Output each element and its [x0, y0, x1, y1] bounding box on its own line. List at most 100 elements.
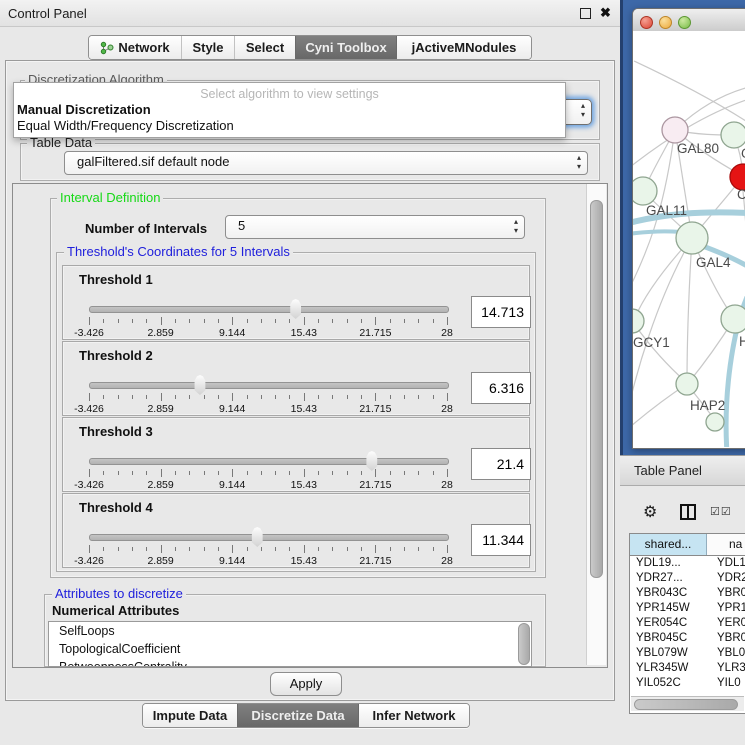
- scrollbar-thumb[interactable]: [634, 699, 738, 710]
- threshold-panel: Threshold 2 -3.4262.8599.14415.4321.7152…: [62, 341, 530, 416]
- network-node[interactable]: [676, 222, 708, 254]
- tab-impute-data[interactable]: Impute Data: [143, 704, 237, 727]
- slider-tick-label: -3.426: [74, 479, 104, 491]
- network-node[interactable]: [633, 309, 644, 333]
- number-of-intervals-combobox[interactable]: 5 ▴▾: [225, 215, 525, 239]
- network-node-label: C: [737, 187, 745, 202]
- numerical-attributes-list[interactable]: SelfLoopsTopologicalCoefficientBetweenne…: [48, 621, 532, 667]
- tab-style[interactable]: Style: [181, 36, 234, 59]
- number-of-intervals-value: 5: [238, 218, 245, 233]
- network-node[interactable]: [706, 413, 724, 431]
- tab-cyni-toolbox[interactable]: Cyni Toolbox: [295, 36, 396, 59]
- network-node[interactable]: [633, 177, 657, 205]
- cyni-bottom-tabs: Impute Data Discretize Data Infer Networ…: [142, 703, 470, 728]
- table-data-combobox[interactable]: galFiltered.sif default node ▴▾: [64, 151, 588, 175]
- tab-infer-network[interactable]: Infer Network: [358, 704, 469, 727]
- table-rows: YDL19... YDL1 YDR27... YDR2 YBR043C YBR0…: [630, 556, 745, 691]
- split-columns-icon[interactable]: [680, 504, 696, 520]
- column-header-name[interactable]: na: [707, 534, 745, 555]
- table-panel-toolbar: ⚙ ☑☑: [620, 497, 745, 527]
- network-node[interactable]: [662, 117, 688, 143]
- slider-thumb[interactable]: [364, 451, 379, 471]
- network-node[interactable]: [721, 122, 745, 148]
- tab-select[interactable]: Select: [234, 36, 295, 59]
- attribute-list-item[interactable]: SelfLoops: [49, 622, 531, 640]
- table-panel-title: Table Panel: [634, 463, 702, 478]
- network-view-window[interactable]: GAL80GACGAL11GAL4GCY1HHAP2: [632, 8, 745, 449]
- slider-tick-label: 28: [441, 479, 453, 491]
- table-row[interactable]: YPR145W YPR1: [630, 601, 745, 616]
- slider-tick-label: 9.144: [219, 479, 245, 491]
- slider-thumb[interactable]: [192, 375, 207, 395]
- zoom-traffic-icon[interactable]: [678, 16, 691, 29]
- table-row[interactable]: YBL079W YBL0: [630, 646, 745, 661]
- threshold-value-input[interactable]: [471, 524, 531, 556]
- minimize-traffic-icon[interactable]: [659, 16, 672, 29]
- slider-tick-label: 2.859: [147, 479, 173, 491]
- right-pane: GAL80GACGAL11GAL4GCY1HHAP2 Table Panel ⚙…: [620, 0, 745, 745]
- slider-tick-label: 28: [441, 327, 453, 339]
- float-panel-icon[interactable]: [580, 8, 591, 19]
- table-data-value: galFiltered.sif default node: [77, 154, 229, 169]
- threshold-label: Threshold 3: [79, 424, 153, 439]
- threshold-slider[interactable]: -3.4262.8599.14415.4321.71528: [89, 304, 447, 338]
- slider-ticks: [89, 545, 447, 553]
- thresholds-group-label: Threshold's Coordinates for 5 Intervals: [64, 245, 293, 258]
- checkbox-icons[interactable]: ☑☑: [710, 505, 732, 518]
- tab-discretize-data[interactable]: Discretize Data: [237, 704, 358, 727]
- slider-track[interactable]: [89, 458, 449, 465]
- apply-button[interactable]: Apply: [270, 672, 342, 696]
- attribute-list-item[interactable]: BetweennessCentrality: [49, 658, 531, 667]
- table-row[interactable]: YLR345W YLR3: [630, 661, 745, 676]
- slider-thumb[interactable]: [288, 299, 303, 319]
- dropdown-option-manual[interactable]: Manual Discretization: [17, 102, 151, 117]
- dropdown-option-equal-width[interactable]: Equal Width/Frequency Discretization: [17, 118, 234, 133]
- scrollbar-thumb[interactable]: [590, 200, 603, 578]
- network-node[interactable]: [721, 305, 745, 333]
- threshold-value-input[interactable]: [471, 372, 531, 404]
- attributes-group-label: Attributes to discretize: [52, 587, 186, 600]
- table-panel-header: Table Panel: [620, 455, 745, 486]
- table-row[interactable]: YDL19... YDL1: [630, 556, 745, 571]
- threshold-value-input[interactable]: [471, 448, 531, 480]
- stepper-arrows-icon: ▴▾: [514, 217, 518, 235]
- vertical-scrollbar[interactable]: [586, 184, 606, 665]
- network-window-titlebar: [633, 9, 745, 32]
- gear-icon[interactable]: ⚙: [643, 502, 657, 522]
- threshold-slider[interactable]: -3.4262.8599.14415.4321.71528: [89, 532, 447, 566]
- threshold-slider[interactable]: -3.4262.8599.14415.4321.71528: [89, 380, 447, 414]
- network-node-label: GCY1: [633, 335, 670, 350]
- table-row[interactable]: YIL052C YIL0: [630, 676, 745, 691]
- network-node-label: H: [739, 334, 745, 349]
- network-node-label: HAP2: [690, 398, 725, 413]
- table-header-row: shared... na: [630, 534, 745, 556]
- control-panel: Control Panel ✖ Network Style Select: [0, 0, 620, 745]
- close-traffic-icon[interactable]: [640, 16, 653, 29]
- tab-jactivemnodules[interactable]: jActiveMNodules: [396, 36, 531, 59]
- table-row[interactable]: YER054C YER0: [630, 616, 745, 631]
- slider-track[interactable]: [89, 306, 449, 313]
- tab-network[interactable]: Network: [89, 36, 181, 59]
- threshold-value-input[interactable]: [471, 296, 531, 328]
- slider-track[interactable]: [89, 382, 449, 389]
- slider-tick-label: 2.859: [147, 555, 173, 567]
- slider-tick-label: 2.859: [147, 327, 173, 339]
- control-panel-titlebar: Control Panel ✖: [0, 0, 620, 27]
- threshold-panel: Threshold 3 -3.4262.8599.14415.4321.7152…: [62, 417, 530, 492]
- slider-tick-label: 15.43: [291, 479, 317, 491]
- slider-tick-label: 9.144: [219, 327, 245, 339]
- column-header-shared-name[interactable]: shared...: [630, 534, 707, 555]
- table-row[interactable]: YDR27... YDR2: [630, 571, 745, 586]
- horizontal-scrollbar[interactable]: [631, 696, 744, 711]
- table-row[interactable]: YBR043C YBR0: [630, 586, 745, 601]
- attribute-list-item[interactable]: TopologicalCoefficient: [49, 640, 531, 658]
- threshold-slider[interactable]: -3.4262.8599.14415.4321.71528: [89, 456, 447, 490]
- network-canvas[interactable]: GAL80GACGAL11GAL4GCY1HHAP2: [633, 31, 745, 447]
- list-scrollbar-thumb[interactable]: [518, 623, 530, 665]
- slider-thumb[interactable]: [250, 527, 265, 547]
- close-icon[interactable]: ✖: [600, 5, 611, 21]
- stepper-arrows-icon: ▴▾: [581, 101, 585, 119]
- table-row[interactable]: YBR045C YBR0: [630, 631, 745, 646]
- slider-track[interactable]: [89, 534, 449, 541]
- network-node[interactable]: [676, 373, 698, 395]
